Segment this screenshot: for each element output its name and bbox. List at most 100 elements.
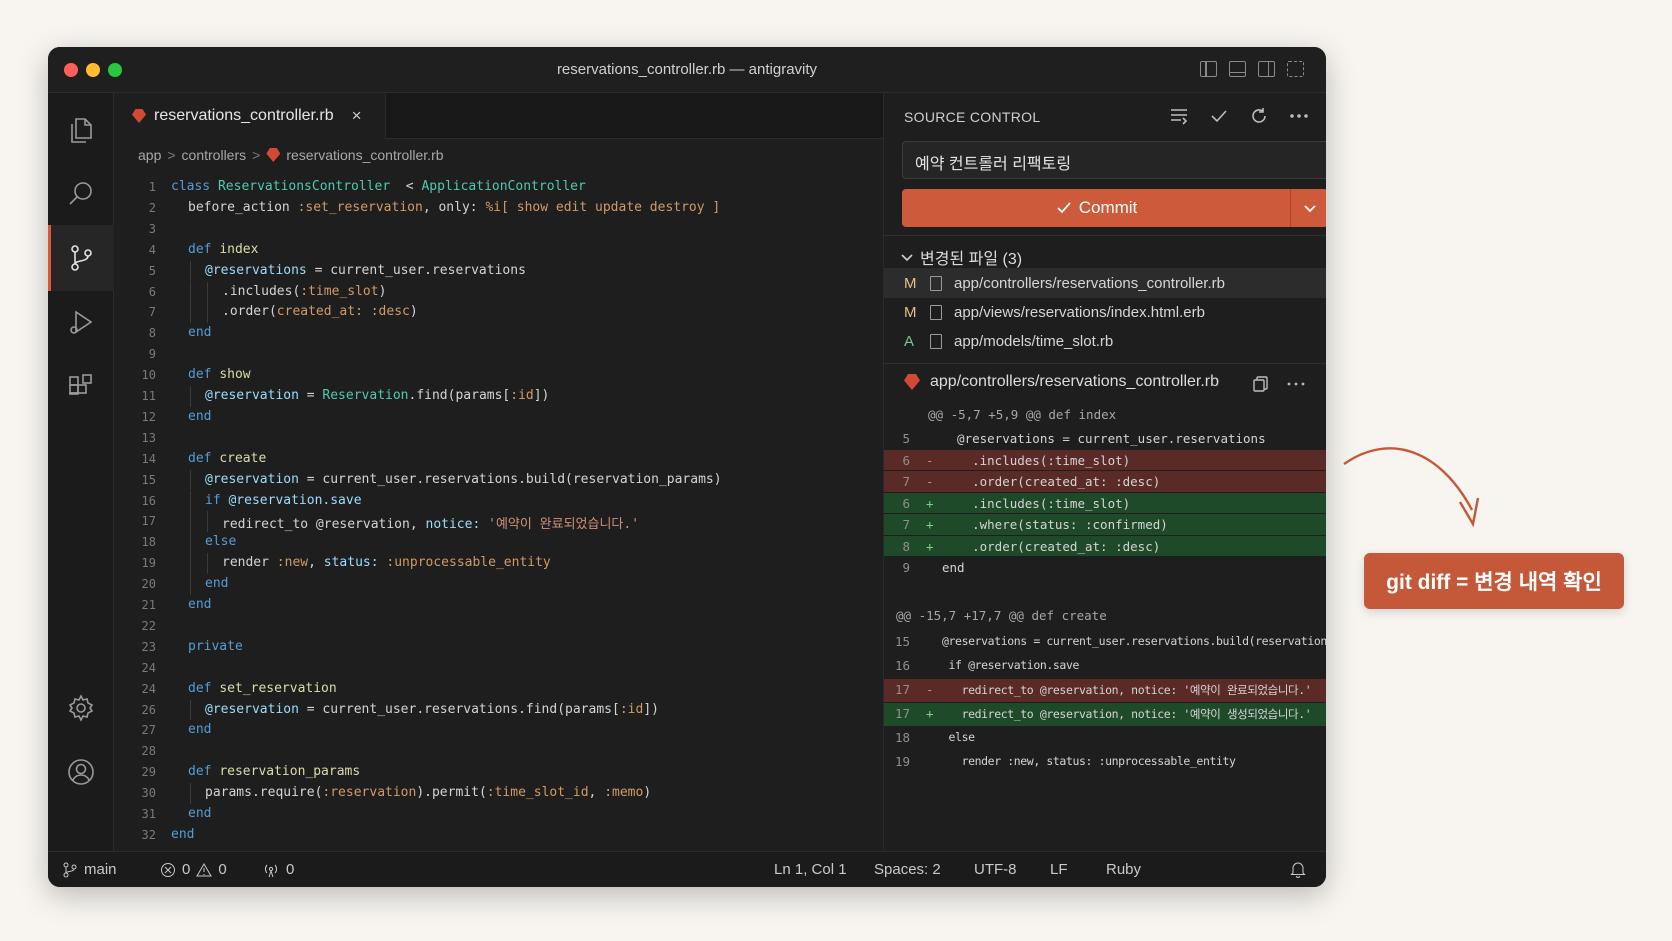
breadcrumb-file[interactable]: reservations_controller.rb xyxy=(286,147,443,163)
diff-marker: + xyxy=(926,538,934,554)
indent-guide xyxy=(207,302,208,324)
code-area[interactable]: 1 class ReservationsController < Applicat… xyxy=(114,177,883,851)
commit-dropdown-button[interactable] xyxy=(1290,189,1326,227)
changed-file-item[interactable]: A app/models/time_slot.rb xyxy=(884,326,1326,356)
indent-guide xyxy=(190,783,191,804)
problems-indicator[interactable]: 0 0 xyxy=(160,861,227,878)
code-token: end xyxy=(188,722,212,738)
code-token: else xyxy=(205,534,237,550)
code-text: redirect_to @reservation, notice: '예약이 완… xyxy=(222,513,639,532)
diff-line-number: 5 xyxy=(902,431,910,446)
code-line: 10 def show xyxy=(114,365,883,387)
code-token: create xyxy=(219,450,267,466)
toggle-sidebar-icon[interactable] xyxy=(1200,61,1217,77)
code-token: if xyxy=(205,492,229,508)
code-token: notice: xyxy=(425,517,489,533)
chevron-down-icon xyxy=(1303,205,1316,213)
tab-reservations-controller[interactable]: reservations_controller.rb × xyxy=(114,93,386,139)
indent-guide xyxy=(190,490,191,512)
diff-line-context: 18 else xyxy=(884,727,1326,750)
run-debug-icon[interactable] xyxy=(48,289,114,355)
code-token: :id xyxy=(510,388,534,403)
code-token: .find(params[ xyxy=(408,388,511,403)
ruby-file-icon xyxy=(132,109,146,123)
refresh-icon[interactable] xyxy=(1248,105,1270,127)
commit-button[interactable]: Commit xyxy=(902,189,1290,227)
code-line: 20 end xyxy=(114,574,883,596)
customize-layout-icon[interactable] xyxy=(1287,61,1304,77)
breadcrumb-controllers[interactable]: controllers xyxy=(182,147,247,163)
account-icon[interactable] xyxy=(48,739,114,805)
annotation-arrow xyxy=(1343,447,1480,528)
settings-gear-icon[interactable] xyxy=(48,675,114,741)
diff-line-removed: 6- .includes(:time_slot) xyxy=(884,449,1326,470)
commit-message-input[interactable]: 예약 컨트롤러 리팩토링 xyxy=(902,141,1326,179)
ports-indicator[interactable]: 0 xyxy=(262,861,294,878)
code-line: 8 end xyxy=(114,323,883,345)
toggle-secondary-sidebar-icon[interactable] xyxy=(1258,61,1275,77)
editor-window: reservations_controller.rb — antigravity xyxy=(48,47,1326,887)
tab-close-icon[interactable]: × xyxy=(352,106,362,126)
code-text: def create xyxy=(188,451,266,466)
breadcrumb-app[interactable]: app xyxy=(138,147,161,163)
code-line: 13 xyxy=(114,428,883,450)
indent-guide xyxy=(207,511,208,533)
diff-line-number: 17 xyxy=(894,682,910,697)
toggle-panel-icon[interactable] xyxy=(1229,61,1246,77)
more-actions-icon[interactable] xyxy=(1286,375,1306,393)
code-text: render :new, status: :unprocessable_enti… xyxy=(222,555,551,570)
code-text: def reservation_params xyxy=(188,764,360,779)
code-token: def xyxy=(188,367,220,383)
extensions-icon[interactable] xyxy=(48,353,114,419)
line-number: 2 xyxy=(148,200,156,215)
code-text: end xyxy=(171,827,194,842)
changed-file-item[interactable]: M app/controllers/reservations_controlle… xyxy=(884,268,1326,298)
code-token: @reservations xyxy=(205,262,307,278)
error-count: 0 xyxy=(182,861,191,878)
scm-actions xyxy=(1168,105,1310,127)
source-control-icon[interactable] xyxy=(48,225,114,291)
indent-guide xyxy=(190,699,191,721)
more-actions-icon[interactable] xyxy=(1288,105,1310,127)
code-token: '예약이 완료되었습니다.' xyxy=(488,517,640,533)
code-token: ApplicationController xyxy=(421,179,586,194)
code-line: 32 end xyxy=(114,825,883,847)
code-token: before_action xyxy=(188,199,298,215)
cursor-position[interactable]: Ln 1, Col 1 xyxy=(774,861,847,878)
language-mode[interactable]: Ruby xyxy=(1106,861,1141,878)
commit-check-icon[interactable] xyxy=(1208,105,1230,127)
code-line: 4 def index xyxy=(114,240,883,262)
search-icon[interactable] xyxy=(48,161,114,227)
code-token: params.require( xyxy=(205,785,323,801)
line-number: 7 xyxy=(148,305,156,320)
indent-guide xyxy=(190,511,191,533)
diff-line-removed: 17 - redirect_to @reservation, notice: '예… xyxy=(884,679,1326,702)
code-token: :time_slot xyxy=(300,283,379,299)
explorer-icon[interactable] xyxy=(48,97,114,163)
code-text: @reservation = Reservation.find(params[:… xyxy=(205,388,549,403)
changed-file-item[interactable]: M app/views/reservations/index.html.erb xyxy=(884,297,1326,327)
code-line: 6 .includes(:time_slot) xyxy=(114,282,883,304)
breadcrumb-separator: > xyxy=(252,147,261,163)
code-token: :id xyxy=(619,701,644,717)
code-token: = current_user.reservations.find(params[ xyxy=(298,701,620,717)
diff-marker: + xyxy=(926,495,934,511)
view-as-tree-icon[interactable] xyxy=(1168,105,1190,127)
code-line: 31 end xyxy=(114,804,883,826)
code-token: @reservation.save xyxy=(228,492,362,508)
diff-marker: - xyxy=(926,682,934,697)
line-ending[interactable]: LF xyxy=(1050,861,1068,878)
code-token: , xyxy=(308,555,324,571)
diff-line-added: 6 + .includes(:time_slot) xyxy=(884,492,1326,513)
encoding[interactable]: UTF-8 xyxy=(974,861,1017,878)
line-number: 29 xyxy=(141,765,156,780)
code-text: before_action :set_reservation, only: %i… xyxy=(188,200,720,215)
changes-section-header[interactable]: 변경된 파일 (3) xyxy=(900,245,1022,269)
code-token: show xyxy=(219,367,251,383)
line-number: 13 xyxy=(141,430,156,445)
code-text: .includes(:time_slot) xyxy=(222,284,386,299)
notifications-bell-icon[interactable] xyxy=(1290,861,1306,878)
copy-icon[interactable] xyxy=(1252,375,1270,393)
branch-indicator[interactable]: main xyxy=(62,861,117,878)
indentation[interactable]: Spaces: 2 xyxy=(874,861,941,878)
